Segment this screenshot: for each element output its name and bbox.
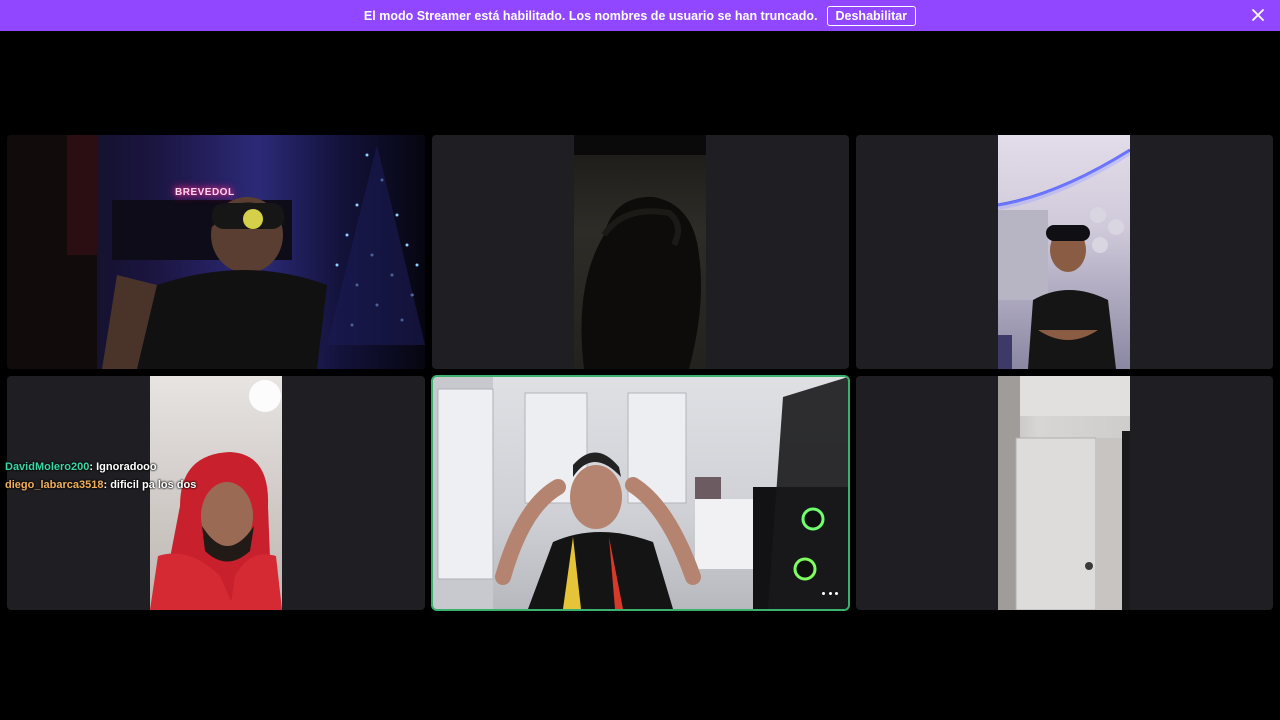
video-tile-1[interactable]: BREVEDOL [7,135,425,369]
disable-streamer-mode-button[interactable]: Deshabilitar [826,5,917,26]
chat-text: Ignoradooo [96,461,157,473]
chat-overlay: DavidMolero200: Ignoradooo diego_labarca… [5,458,196,494]
chat-username[interactable]: DavidMolero200 [5,461,89,473]
chat-username[interactable]: diego_labarca3518 [5,479,103,491]
chat-text: dificil pa los dos [110,479,197,491]
video-tile-5-active[interactable] [433,377,848,609]
video-feed [998,376,1130,610]
chat-message: diego_labarca3518: dificil pa los dos [5,476,196,494]
video-feed [433,377,848,609]
video-tile-2[interactable] [432,135,849,369]
streamer-mode-message: El modo Streamer está habilitado. Los no… [363,8,818,23]
close-icon[interactable] [1250,7,1266,23]
video-feed [7,135,425,369]
video-feed [997,135,1132,369]
chat-message: DavidMolero200: Ignoradooo [5,458,196,476]
video-tile-3[interactable] [856,135,1273,369]
more-options-icon[interactable] [822,589,838,597]
neon-sign-text: BREVEDOL [175,187,235,198]
video-feed [574,135,706,369]
streamer-mode-banner: El modo Streamer está habilitado. Los no… [0,0,1280,31]
video-tile-6[interactable] [856,376,1273,610]
